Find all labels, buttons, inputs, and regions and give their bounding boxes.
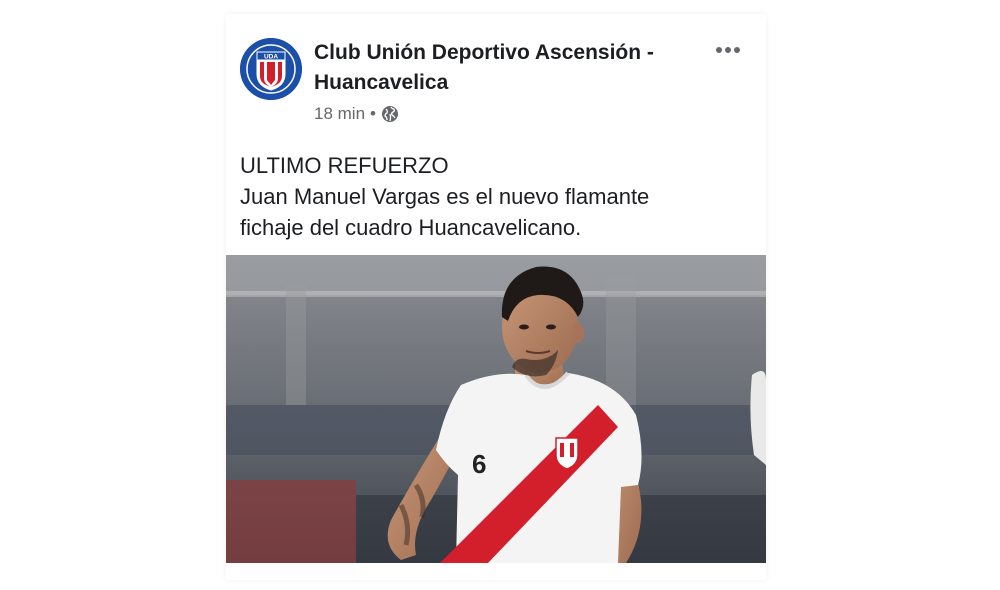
more-options-icon[interactable] [715, 44, 741, 56]
meta-separator: • [370, 104, 376, 123]
page-avatar[interactable]: UDA [240, 38, 302, 100]
screenshot: UDA Club Unión Deportivo Ascensión - Hua… [0, 0, 1000, 590]
post-timestamp[interactable]: 18 min [314, 104, 365, 124]
club-crest-logo: UDA [240, 38, 302, 100]
jersey-number: 6 [472, 449, 486, 479]
post-body: ULTIMO REFUERZO Juan Manuel Vargas es el… [240, 150, 740, 243]
post-headline: ULTIMO REFUERZO [240, 153, 449, 178]
post-line-2: fichaje del cuadro Huancavelicano. [240, 215, 582, 240]
player-photo: 6 [226, 255, 766, 563]
globe-icon[interactable] [381, 105, 399, 123]
facebook-post: UDA Club Unión Deportivo Ascensión - Hua… [226, 14, 766, 580]
post-meta: 18 min • [314, 104, 399, 124]
page-name-link[interactable]: Club Unión Deportivo Ascensión - Huancav… [314, 38, 714, 98]
crest-initials: UDA [264, 54, 278, 61]
post-line-1: Juan Manuel Vargas es el nuevo flamante [240, 184, 650, 209]
post-photo[interactable]: 6 [226, 255, 766, 563]
